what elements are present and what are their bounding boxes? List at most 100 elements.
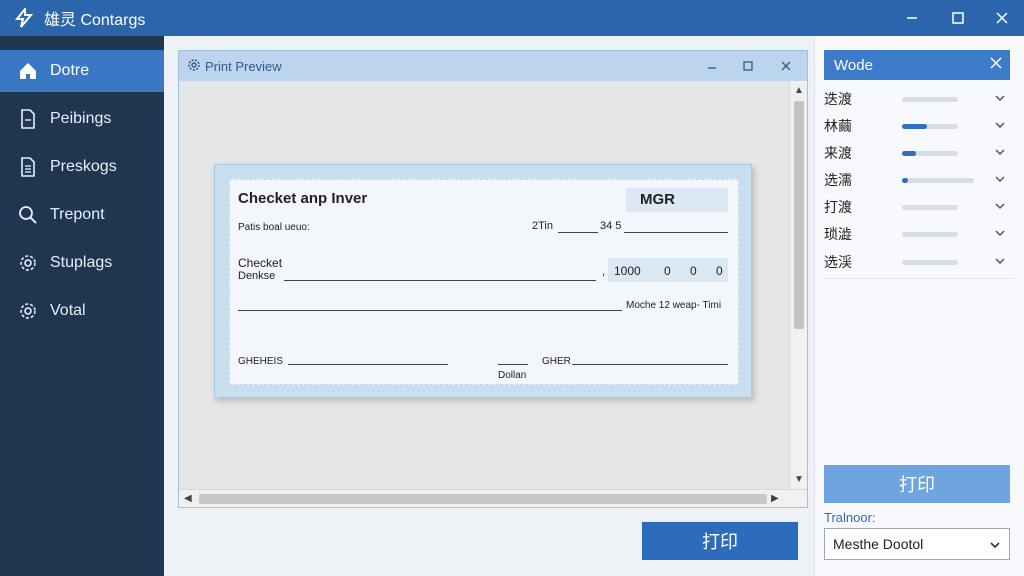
sidebar-item-votal[interactable]: Votal xyxy=(0,290,164,332)
signature-line xyxy=(288,364,448,365)
preview-close-button[interactable] xyxy=(771,51,801,81)
sidebar-item-label: Votal xyxy=(50,302,86,319)
chevron-down-icon[interactable] xyxy=(994,118,1006,136)
chevron-down-icon[interactable] xyxy=(989,538,1001,554)
payee-line xyxy=(284,280,596,281)
list-document-icon xyxy=(16,155,40,179)
memo-text: Moche 12 weap- Timi xyxy=(626,300,722,311)
gear-icon xyxy=(16,251,40,275)
app-logo-icon xyxy=(12,6,36,30)
sidebar: Dotre Peibings Preskogs Trepont Stuplags… xyxy=(0,36,164,576)
home-icon xyxy=(16,59,40,83)
close-icon[interactable] xyxy=(990,56,1002,73)
date-label: 2Tin xyxy=(532,220,553,232)
signature-left-label: GHEHEIS xyxy=(238,356,284,367)
setting-label: 琐澁 xyxy=(824,226,852,242)
scrollbar-thumb[interactable] xyxy=(794,101,804,329)
cheque-body: Checket anp Inver MGR Patis boal ueuo: 2… xyxy=(229,179,739,385)
amount-value: 0 xyxy=(664,264,671,278)
amount-value: 0 xyxy=(716,264,723,278)
setting-label: 迭渡 xyxy=(824,91,852,107)
panel-divider xyxy=(822,278,1014,279)
setting-row: 选渓 xyxy=(824,250,1010,274)
printer-select-value: Mesthe Dootol xyxy=(833,536,924,552)
gear-icon xyxy=(187,58,201,75)
setting-slider[interactable] xyxy=(902,97,958,102)
preview-minimize-button[interactable] xyxy=(697,51,727,81)
setting-row: 选濡 xyxy=(824,168,1010,192)
horizontal-scrollbar[interactable]: ◀ ▶ xyxy=(179,489,807,507)
setting-label: 选濡 xyxy=(824,172,852,188)
chevron-down-icon[interactable] xyxy=(994,226,1006,244)
sidebar-item-trepont[interactable]: Trepont xyxy=(0,194,164,236)
date-value: 34 5 xyxy=(600,220,622,232)
close-button[interactable] xyxy=(982,0,1022,36)
sidebar-item-stuplags[interactable]: Stuplags xyxy=(0,242,164,284)
amount-value: 0 xyxy=(690,264,697,278)
chevron-down-icon[interactable] xyxy=(994,199,1006,217)
minimize-button[interactable] xyxy=(892,0,932,36)
signature-line xyxy=(572,364,728,365)
scroll-left-icon[interactable]: ◀ xyxy=(184,493,192,504)
print-preview-title: Print Preview xyxy=(205,58,282,74)
setting-label: 选渓 xyxy=(824,254,852,270)
gear-icon xyxy=(16,299,40,323)
panel-header: Wode xyxy=(824,50,1010,80)
vertical-scrollbar[interactable]: ▲ ▼ xyxy=(789,81,807,489)
cheque-sub-label: Patis boal ueuo: xyxy=(238,222,310,233)
preview-maximize-button[interactable] xyxy=(733,51,763,81)
setting-slider[interactable] xyxy=(902,178,974,183)
setting-slider[interactable] xyxy=(902,260,958,265)
dropdown-label: Tralnoor: xyxy=(824,510,876,525)
title-bar: 雄灵 Contargs xyxy=(0,0,1024,36)
setting-label: 林繭 xyxy=(824,118,852,134)
chevron-down-icon[interactable] xyxy=(994,254,1006,272)
panel-print-button[interactable]: 打印 xyxy=(824,465,1010,503)
sidebar-item-label: Preskogs xyxy=(50,158,117,175)
search-icon xyxy=(16,203,40,227)
slider-fill xyxy=(902,178,908,183)
printer-select[interactable]: Mesthe Dootol xyxy=(824,528,1010,560)
print-button[interactable]: 打印 xyxy=(642,522,798,560)
setting-slider[interactable] xyxy=(902,232,958,237)
setting-row: 来渡 xyxy=(824,141,1010,165)
scrollbar-thumb[interactable] xyxy=(199,494,767,504)
payee-label: Checket xyxy=(238,256,283,270)
cheque-heading: Checket anp Inver xyxy=(238,190,368,207)
document-icon xyxy=(16,107,40,131)
slider-fill xyxy=(902,124,928,129)
chevron-down-icon[interactable] xyxy=(994,172,1006,190)
setting-slider[interactable] xyxy=(902,151,958,156)
sidebar-item-label: Dotre xyxy=(50,62,90,79)
amount-prefix: , xyxy=(602,266,606,278)
cheque-preview: Checket anp Inver MGR Patis boal ueuo: 2… xyxy=(214,164,752,398)
scroll-up-icon[interactable]: ▲ xyxy=(794,85,804,96)
cheque-code: MGR xyxy=(640,191,675,208)
signature-right-label: GHER xyxy=(542,356,571,367)
setting-slider[interactable] xyxy=(902,124,958,129)
chevron-down-icon[interactable] xyxy=(994,91,1006,109)
scroll-right-icon[interactable]: ▶ xyxy=(771,493,779,504)
panel-title: Wode xyxy=(834,56,873,74)
sidebar-item-label: Peibings xyxy=(50,110,112,127)
setting-label: 来渡 xyxy=(824,145,852,161)
app-title: 雄灵 Contargs xyxy=(44,12,146,29)
setting-label: 打渡 xyxy=(824,199,852,215)
maximize-button[interactable] xyxy=(938,0,978,36)
memo-line xyxy=(238,310,622,311)
scroll-down-icon[interactable]: ▼ xyxy=(794,474,804,485)
signature-caption: Dollan xyxy=(498,370,527,381)
sidebar-item-preskogs[interactable]: Preskogs xyxy=(0,146,164,188)
setting-row: 打渡 xyxy=(824,195,1010,219)
sidebar-item-label: Trepont xyxy=(50,206,105,223)
chevron-down-icon[interactable] xyxy=(994,145,1006,163)
setting-slider[interactable] xyxy=(902,205,958,210)
setting-row: 迭渡 xyxy=(824,87,1010,111)
slider-fill xyxy=(902,151,916,156)
setting-row: 琐澁 xyxy=(824,222,1010,246)
signature-line xyxy=(498,364,528,365)
sidebar-item-dotre[interactable]: Dotre xyxy=(0,50,164,92)
sidebar-item-peibings[interactable]: Peibings xyxy=(0,98,164,140)
date-line xyxy=(624,232,728,233)
payee-label-2: Denkse xyxy=(238,270,276,282)
